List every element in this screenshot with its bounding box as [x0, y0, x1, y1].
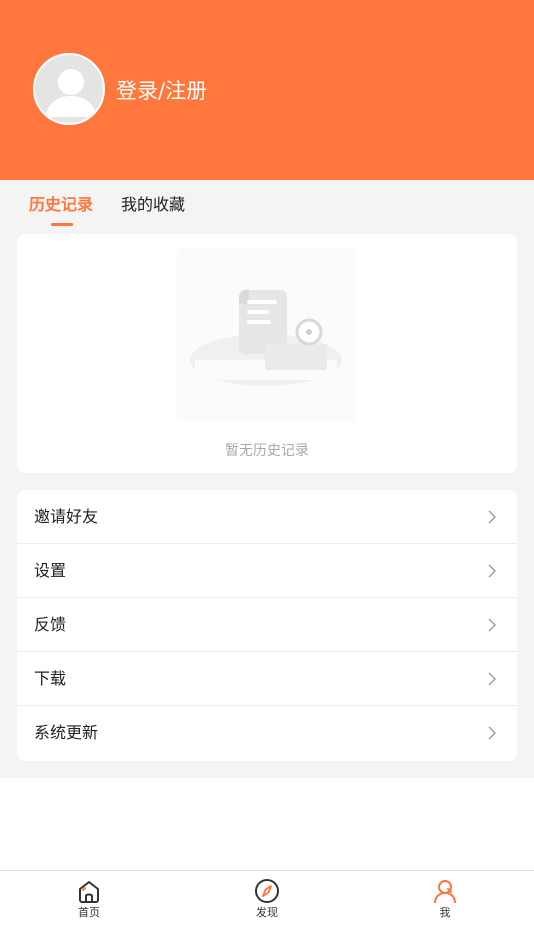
chevron-right-icon — [488, 672, 496, 686]
bottom-tab-bar: 首页 发现 我 — [0, 870, 534, 928]
nav-home[interactable]: 首页 — [44, 871, 134, 928]
menu-item-label: 设置 — [34, 561, 67, 580]
avatar-icon[interactable] — [33, 53, 105, 125]
nav-discover[interactable]: 发现 — [222, 871, 312, 928]
chevron-right-icon — [488, 726, 496, 740]
menu-item-invite-friends[interactable]: 邀请好友 — [17, 490, 517, 544]
chevron-right-icon — [488, 510, 496, 524]
chevron-right-icon — [488, 618, 496, 632]
menu-item-system-update[interactable]: 系统更新 — [17, 706, 517, 760]
menu-item-label: 反馈 — [34, 615, 67, 634]
nav-label: 我 — [439, 906, 451, 919]
menu-item-feedback[interactable]: 反馈 — [17, 598, 517, 652]
home-icon — [79, 881, 99, 903]
login-register-link[interactable]: 登录/注册 — [116, 78, 207, 104]
active-tab-indicator — [51, 223, 73, 226]
tab-history[interactable]: 历史记录 — [29, 195, 93, 215]
menu-item-settings[interactable]: 设置 — [17, 544, 517, 598]
menu-item-label: 邀请好友 — [34, 507, 99, 526]
profile-header: 登录/注册 — [0, 0, 534, 180]
menu-item-label: 系统更新 — [34, 723, 99, 742]
compass-icon — [255, 879, 279, 903]
tab-favorites[interactable]: 我的收藏 — [121, 195, 185, 215]
nav-label: 发现 — [256, 906, 278, 919]
menu-item-label: 下载 — [34, 669, 67, 688]
profile-icon — [434, 880, 456, 904]
empty-history-text: 暂无历史记录 — [225, 443, 309, 459]
menu-item-download[interactable]: 下载 — [17, 652, 517, 706]
chevron-right-icon — [488, 564, 496, 578]
nav-me[interactable]: 我 — [400, 871, 490, 928]
nav-label: 首页 — [78, 906, 100, 919]
history-card: 暂无历史记录 — [17, 234, 517, 473]
menu-list: 邀请好友 设置 反馈 下载 系统更新 — [17, 490, 517, 761]
empty-history-illustration — [177, 248, 355, 422]
